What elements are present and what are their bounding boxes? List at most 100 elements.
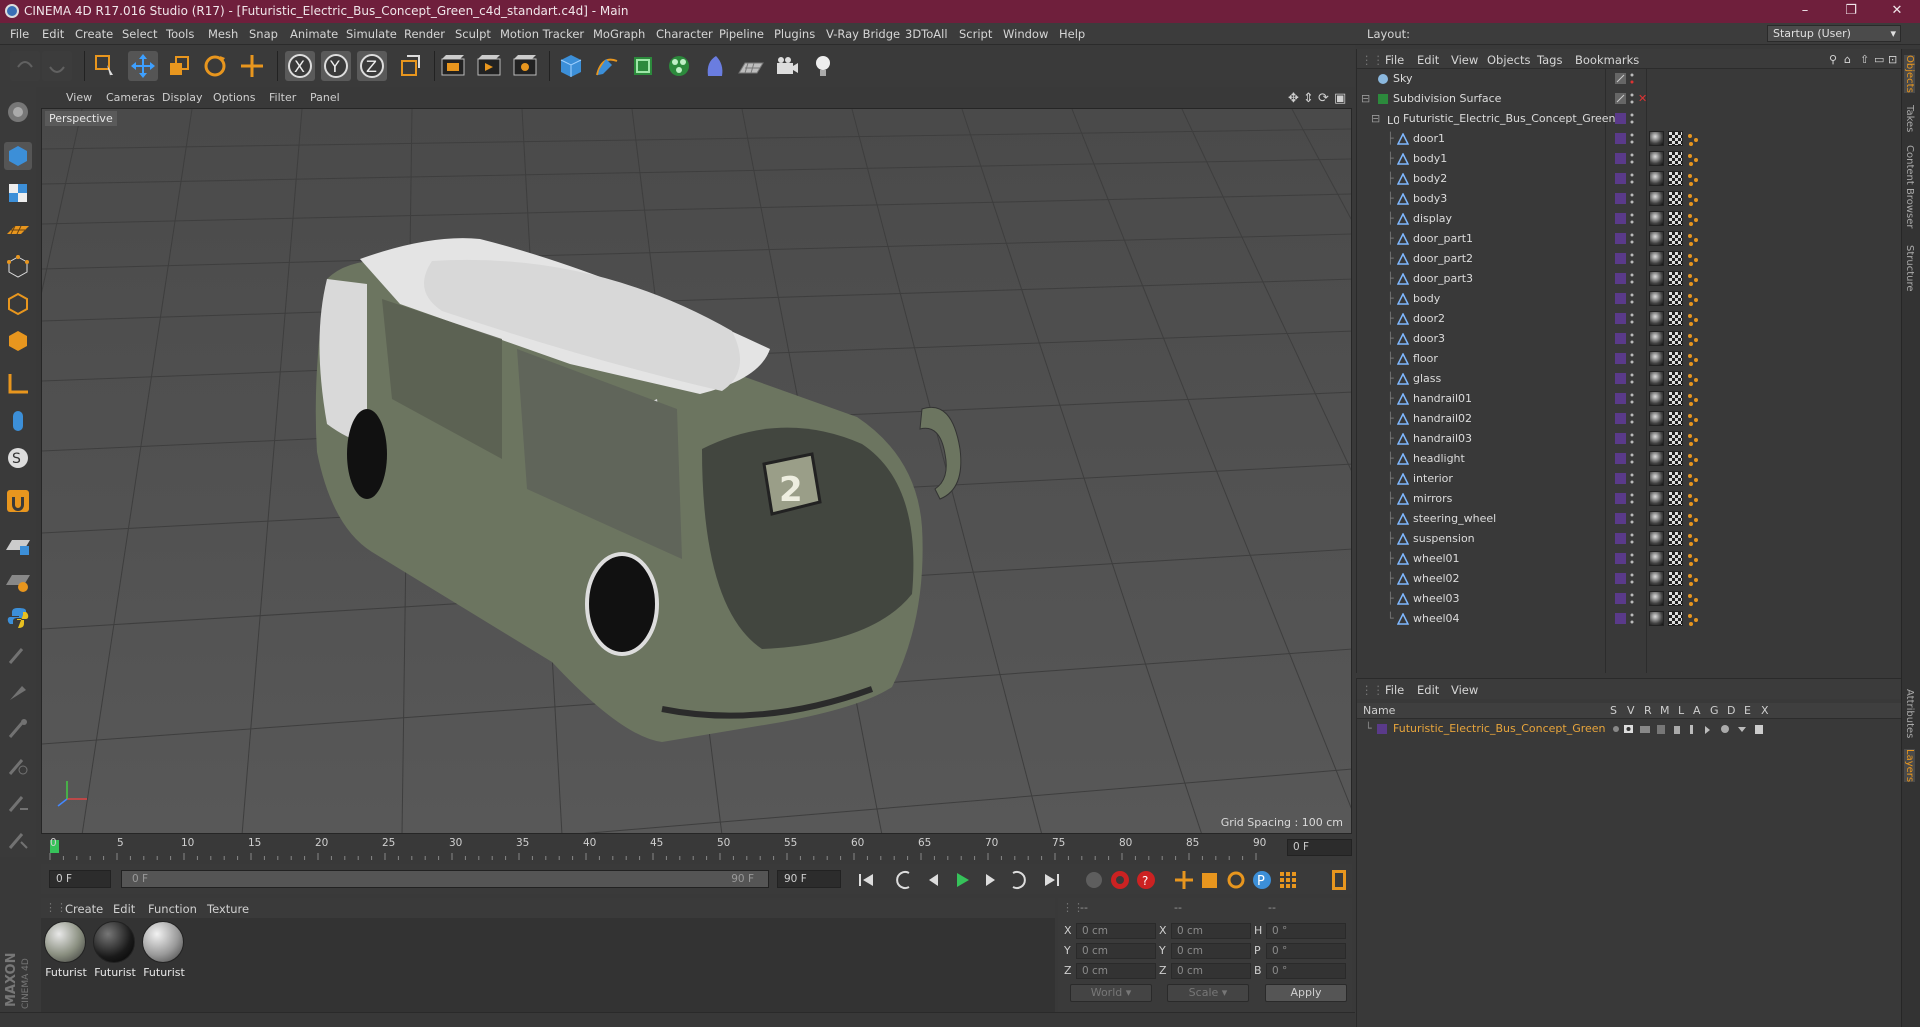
transform-icon[interactable] bbox=[237, 51, 267, 81]
coordinate-space-select[interactable]: World ▾ bbox=[1070, 984, 1152, 1002]
uvw-tag-icon[interactable] bbox=[1686, 552, 1700, 566]
visibility-dots-icon[interactable] bbox=[1630, 372, 1634, 386]
minimize-button[interactable]: – bbox=[1782, 0, 1828, 23]
texture-tag-icon[interactable] bbox=[1668, 311, 1683, 326]
object-row-door1[interactable]: ├ door1 bbox=[1357, 129, 1902, 149]
disabled-cross-icon[interactable]: ✕ bbox=[1638, 92, 1647, 105]
snap-icon[interactable]: S bbox=[4, 444, 32, 472]
viewport-menu-filter[interactable]: Filter bbox=[269, 91, 296, 104]
object-row-door-part2[interactable]: ├ door_part2 bbox=[1357, 249, 1902, 269]
live-selection-icon[interactable] bbox=[90, 51, 120, 81]
object-row-handrail01[interactable]: ├ handrail01 bbox=[1357, 389, 1902, 409]
y-axis-icon[interactable]: Y bbox=[321, 51, 351, 81]
grid-lock-icon[interactable] bbox=[4, 530, 32, 558]
texture-tag-icon[interactable] bbox=[1668, 191, 1683, 206]
go-to-start-icon[interactable] bbox=[853, 869, 879, 891]
model-mode-icon[interactable] bbox=[4, 142, 32, 170]
menu-edit[interactable]: Edit bbox=[42, 27, 64, 41]
material-tag-icon[interactable] bbox=[1649, 511, 1664, 526]
menu-motion-tracker[interactable]: Motion Tracker bbox=[500, 27, 584, 41]
texture-tag-icon[interactable] bbox=[1668, 511, 1683, 526]
record-disabled-icon[interactable] bbox=[1081, 869, 1107, 891]
object-row-handrail03[interactable]: ├ handrail03 bbox=[1357, 429, 1902, 449]
spline-pen-icon[interactable] bbox=[592, 51, 622, 81]
move-icon[interactable] bbox=[128, 51, 158, 81]
material-tag-icon[interactable] bbox=[1649, 611, 1664, 626]
texture-tag-icon[interactable] bbox=[1668, 371, 1683, 386]
deformer-icon[interactable] bbox=[700, 51, 730, 81]
texture-tag-icon[interactable] bbox=[1668, 271, 1683, 286]
tab-layers[interactable]: Layers bbox=[1904, 749, 1915, 783]
render-settings-icon[interactable] bbox=[510, 51, 540, 81]
workplane-lock-icon[interactable] bbox=[4, 567, 32, 595]
material-tag-icon[interactable] bbox=[1649, 131, 1664, 146]
rotation-p-field[interactable]: 0 ° bbox=[1266, 943, 1346, 959]
floor-icon[interactable] bbox=[736, 51, 766, 81]
menu-snap[interactable]: Snap bbox=[249, 27, 278, 41]
texture-tag-icon[interactable] bbox=[1668, 291, 1683, 306]
texture-tag-icon[interactable] bbox=[1668, 431, 1683, 446]
object-row-subdivision-surface[interactable]: ⊟ Subdivision Surface ✕ bbox=[1357, 89, 1902, 109]
material-tag-icon[interactable] bbox=[1649, 431, 1664, 446]
z-axis-icon[interactable]: Z bbox=[357, 51, 387, 81]
column-view[interactable]: V bbox=[1627, 704, 1635, 717]
visibility-dots-icon[interactable] bbox=[1630, 312, 1634, 326]
menu-script[interactable]: Script bbox=[959, 27, 992, 41]
object-row-display[interactable]: ├ display bbox=[1357, 209, 1902, 229]
object-row-body1[interactable]: ├ body1 bbox=[1357, 149, 1902, 169]
scale-icon[interactable] bbox=[164, 51, 194, 81]
column-solo[interactable]: S bbox=[1610, 704, 1617, 717]
home-icon[interactable]: ⌂ bbox=[1844, 53, 1851, 66]
material-tag-icon[interactable] bbox=[1649, 351, 1664, 366]
uvw-tag-icon[interactable] bbox=[1686, 612, 1700, 626]
visibility-dots-icon[interactable] bbox=[1630, 612, 1634, 626]
points-mode-icon[interactable] bbox=[4, 253, 32, 281]
material-menu-function[interactable]: Function bbox=[148, 902, 197, 916]
cube-icon[interactable] bbox=[556, 51, 586, 81]
menu-render[interactable]: Render bbox=[404, 27, 445, 41]
knife-tool-icon[interactable] bbox=[4, 678, 32, 706]
material-menu-edit[interactable]: Edit bbox=[113, 902, 135, 916]
viewport-move-icon[interactable]: ✥ bbox=[1288, 91, 1299, 106]
column-expressions[interactable]: E bbox=[1744, 704, 1751, 717]
object-row-interior[interactable]: ├ interior bbox=[1357, 469, 1902, 489]
visibility-dots-icon[interactable] bbox=[1630, 192, 1634, 206]
object-menu-objects[interactable]: Objects bbox=[1487, 53, 1530, 67]
menu-create[interactable]: Create bbox=[75, 27, 113, 41]
render-view-icon[interactable] bbox=[438, 51, 468, 81]
object-row-door2[interactable]: ├ door2 bbox=[1357, 309, 1902, 329]
magnet-icon[interactable] bbox=[4, 487, 32, 515]
object-row-suspension[interactable]: ├ suspension bbox=[1357, 529, 1902, 549]
tab-structure[interactable]: Structure bbox=[1904, 245, 1915, 292]
texture-tag-icon[interactable] bbox=[1668, 491, 1683, 506]
end-frame-field[interactable]: 90 F bbox=[777, 870, 841, 888]
size-z-field[interactable]: 0 cm bbox=[1171, 963, 1251, 979]
texture-tag-icon[interactable] bbox=[1668, 351, 1683, 366]
paint-tool-icon[interactable] bbox=[4, 826, 32, 854]
material-tag-icon[interactable] bbox=[1649, 231, 1664, 246]
visibility-dots-icon[interactable] bbox=[1630, 392, 1634, 406]
autokey-icon[interactable] bbox=[1107, 869, 1133, 891]
object-row-wheel01[interactable]: ├ wheel01 bbox=[1357, 549, 1902, 569]
sculpt-tool-icon[interactable] bbox=[4, 789, 32, 817]
object-row-floor[interactable]: ├ floor bbox=[1357, 349, 1902, 369]
column-animation[interactable]: A bbox=[1693, 704, 1701, 717]
texture-mode-icon[interactable] bbox=[4, 179, 32, 207]
material-tag-icon[interactable] bbox=[1649, 191, 1664, 206]
x-axis-icon[interactable]: X bbox=[285, 51, 315, 81]
uvw-tag-icon[interactable] bbox=[1686, 272, 1700, 286]
light-icon[interactable] bbox=[808, 51, 838, 81]
key-pla-icon[interactable] bbox=[1275, 869, 1301, 891]
next-key-icon[interactable] bbox=[1005, 869, 1031, 891]
uvw-tag-icon[interactable] bbox=[1686, 132, 1700, 146]
key-scale-icon[interactable] bbox=[1197, 869, 1223, 891]
tab-takes[interactable]: Takes bbox=[1904, 105, 1915, 132]
object-row-wheel03[interactable]: ├ wheel03 bbox=[1357, 589, 1902, 609]
uvw-tag-icon[interactable] bbox=[1686, 512, 1700, 526]
render-picture-viewer-icon[interactable] bbox=[474, 51, 504, 81]
menu-plugins[interactable]: Plugins bbox=[774, 27, 815, 41]
size-x-field[interactable]: 0 cm bbox=[1171, 923, 1251, 939]
size-mode-select[interactable]: Scale ▾ bbox=[1167, 984, 1249, 1002]
material-tag-icon[interactable] bbox=[1649, 591, 1664, 606]
rotation-h-field[interactable]: 0 ° bbox=[1266, 923, 1346, 939]
